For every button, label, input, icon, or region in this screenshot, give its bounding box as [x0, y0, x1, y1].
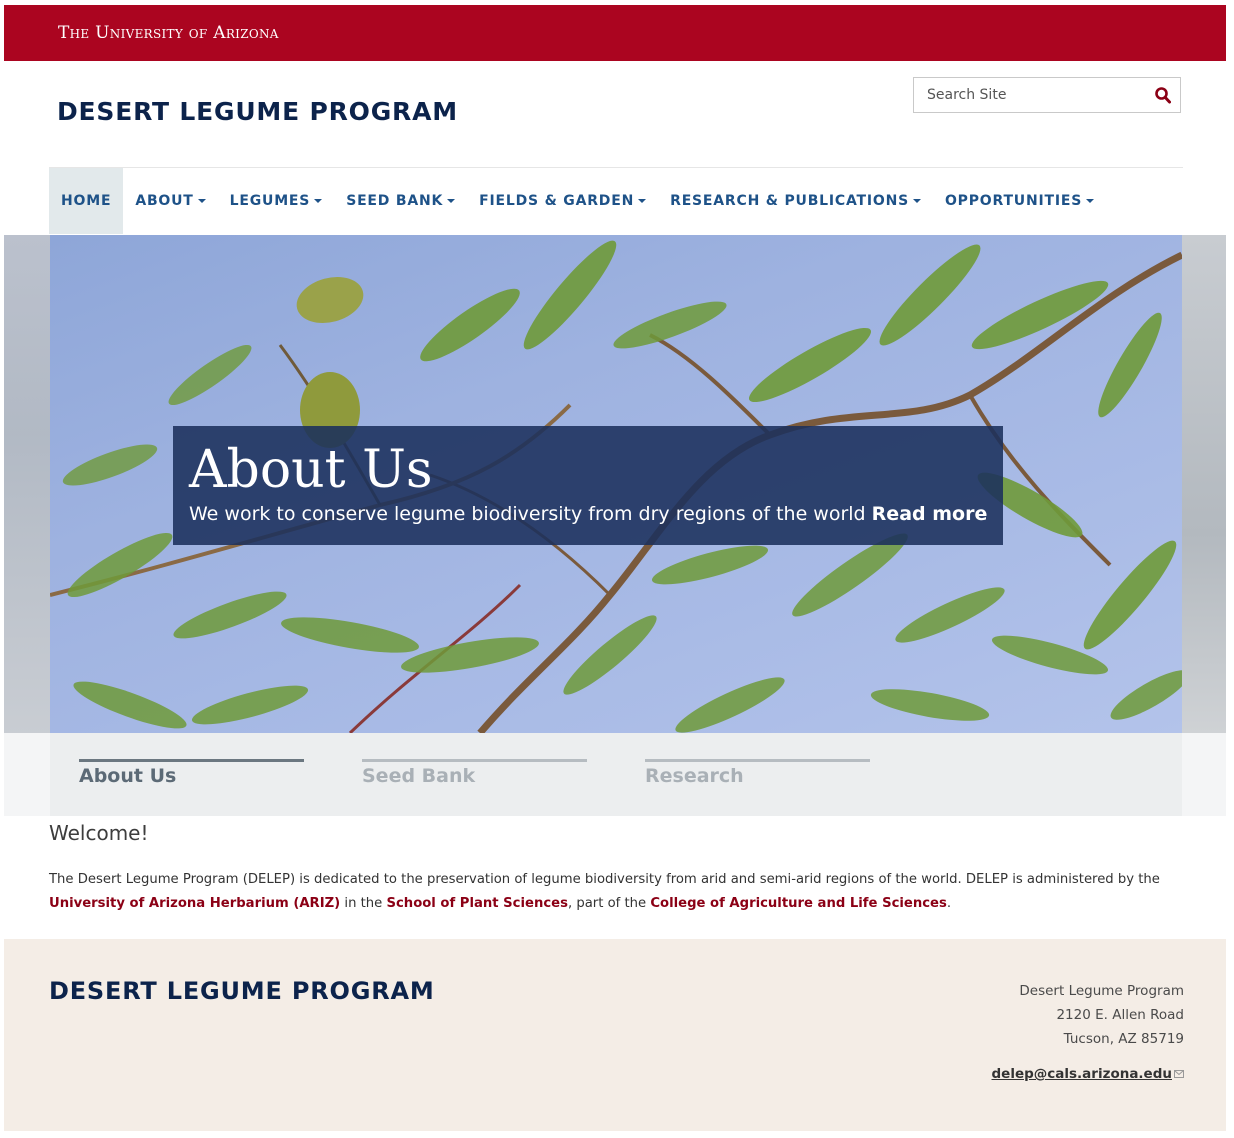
address-line: Tucson, AZ 85719 [1063, 1031, 1184, 1047]
search-icon [1155, 86, 1171, 103]
hero-caption: About Us We work to conserve legume biod… [173, 426, 1003, 545]
hero-carousel: About Us We work to conserve legume biod… [4, 235, 1226, 733]
nav-item-home[interactable]: HOME [49, 168, 124, 234]
nav-item-research-publications[interactable]: RESEARCH & PUBLICATIONS [658, 168, 933, 234]
agriculture-college-link[interactable]: College of Agriculture and Life Sciences [650, 896, 947, 911]
nav-item-about[interactable]: ABOUT [123, 168, 217, 234]
caret-down-icon [912, 199, 921, 203]
main-nav: HOME ABOUT LEGUMES SEED BANK FIELDS & GA… [49, 168, 1106, 234]
nav-item-opportunities[interactable]: OPPORTUNITIES [933, 168, 1106, 234]
address-line: Desert Legume Program [1019, 983, 1184, 999]
nav-item-fields-garden[interactable]: FIELDS & GARDEN [467, 168, 658, 234]
next-slide-peek[interactable] [1182, 235, 1226, 733]
plant-sciences-link[interactable]: School of Plant Sciences [386, 896, 567, 911]
intro-text: The Desert Legume Program (DELEP) is ded… [49, 872, 1160, 887]
nav-item-label: LEGUMES [229, 193, 311, 209]
nav-item-label: ABOUT [135, 193, 194, 209]
tab-about-us[interactable]: About Us [79, 759, 304, 799]
nav-item-label: OPPORTUNITIES [944, 193, 1083, 209]
site-title[interactable]: DESERT LEGUME PROGRAM [57, 96, 458, 128]
email-text: delep@cals.arizona.edu [991, 1066, 1172, 1082]
nav-item-label: FIELDS & GARDEN [479, 193, 635, 209]
hero-title: About Us [189, 440, 433, 500]
footer-email-link[interactable]: delep@cals.arizona.edu [992, 1063, 1184, 1085]
hero-subtitle: We work to conserve legume biodiversity … [189, 501, 987, 527]
intro-text: in the [344, 896, 383, 911]
nav-item-legumes[interactable]: LEGUMES [218, 168, 335, 234]
caret-down-icon [447, 199, 456, 203]
intro-paragraph: The Desert Legume Program (DELEP) is ded… [49, 868, 1179, 916]
footer: DESERT LEGUME PROGRAM Desert Legume Prog… [4, 939, 1226, 1131]
nav-item-seed-bank[interactable]: SEED BANK [334, 168, 467, 234]
herbarium-link[interactable]: University of Arizona Herbarium (ARIZ) [49, 896, 340, 911]
search-button[interactable] [1152, 84, 1174, 106]
read-more-link[interactable]: Read more [872, 503, 988, 525]
mail-icon [1174, 1070, 1184, 1078]
nav-item-label: RESEARCH & PUBLICATIONS [670, 193, 909, 209]
university-brand-bar: The University of Arizona [4, 5, 1226, 61]
intro-text: . [946, 896, 952, 911]
footer-site-title: DESERT LEGUME PROGRAM [49, 977, 435, 1005]
welcome-heading: Welcome! [49, 821, 149, 845]
intro-text: , part of the [567, 896, 647, 911]
caret-down-icon [314, 199, 323, 203]
university-logo-link[interactable]: The University of Arizona [58, 23, 279, 43]
hero-image: About Us We work to conserve legume biod… [50, 235, 1182, 733]
nav-item-label: SEED BANK [346, 193, 444, 209]
previous-slide-peek[interactable] [4, 235, 50, 733]
carousel-tabs-inner: About Us Seed Bank Research [50, 733, 1182, 816]
caret-down-icon [638, 199, 647, 203]
address-line: 2120 E. Allen Road [1056, 1007, 1184, 1023]
search-input[interactable] [914, 78, 1150, 112]
hero-subtitle-text: We work to conserve legume biodiversity … [189, 503, 866, 525]
caret-down-icon [197, 199, 206, 203]
tab-seed-bank[interactable]: Seed Bank [362, 759, 587, 799]
footer-address: Desert Legume Program 2120 E. Allen Road… [1019, 979, 1184, 1051]
nav-item-label: HOME [61, 193, 112, 209]
tab-research[interactable]: Research [645, 759, 870, 799]
search-form [913, 77, 1181, 113]
caret-down-icon [1086, 199, 1095, 203]
carousel-tabs: About Us Seed Bank Research [4, 733, 1226, 816]
